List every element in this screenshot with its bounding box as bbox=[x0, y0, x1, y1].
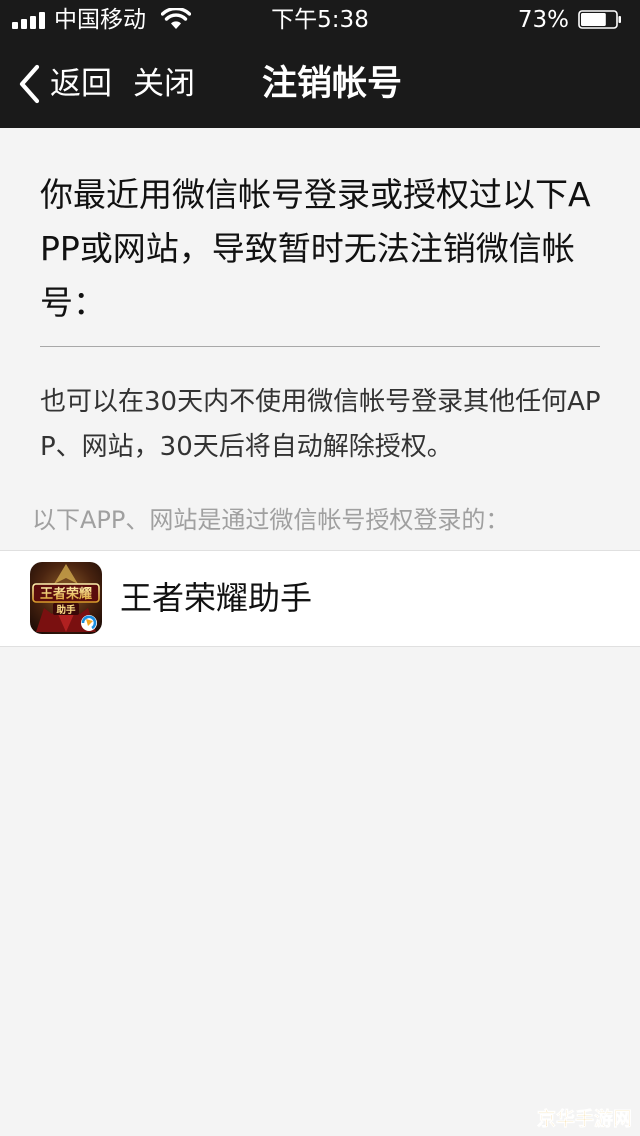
back-button[interactable]: 返回 bbox=[18, 60, 112, 108]
close-button[interactable]: 关闭 bbox=[133, 60, 195, 108]
battery-icon bbox=[578, 10, 621, 29]
main-message: 你最近用微信帐号登录或授权过以下APP或网站，导致暂时无法注销微信帐号： bbox=[40, 175, 591, 322]
header: 中国移动 下午5:38 73% 返回 关闭 注销帐号 bbox=[0, 0, 640, 128]
page-title: 注销帐号 bbox=[262, 64, 403, 104]
app-icon-subtitle-text: 助手 bbox=[56, 604, 76, 616]
app-icon-title-text: 王者荣耀 bbox=[40, 586, 92, 602]
section-label: 以下APP、网站是通过微信帐号授权登录的： bbox=[32, 506, 510, 534]
app-name: 王者荣耀助手 bbox=[120, 579, 313, 617]
app-list-item[interactable]: 王者荣耀 助手 王者荣耀助手 bbox=[0, 550, 640, 647]
sub-message: 也可以在30天内不使用微信帐号登录其他任何APP、网站，30天后将自动解除授权。 bbox=[40, 387, 601, 462]
watermark-text: 京华手游网 bbox=[537, 1107, 632, 1130]
navigation-bar: 返回 关闭 注销帐号 bbox=[0, 40, 640, 128]
watermark-logo: 京华手游网 bbox=[537, 1107, 633, 1131]
status-bar: 中国移动 下午5:38 73% bbox=[0, 0, 640, 40]
divider bbox=[40, 346, 600, 347]
battery-percent: 73% bbox=[517, 7, 569, 33]
chevron-left-icon bbox=[19, 64, 40, 104]
honor-of-kings-assistant-app-icon: 王者荣耀 助手 bbox=[30, 562, 102, 634]
back-label: 返回 bbox=[50, 66, 112, 102]
